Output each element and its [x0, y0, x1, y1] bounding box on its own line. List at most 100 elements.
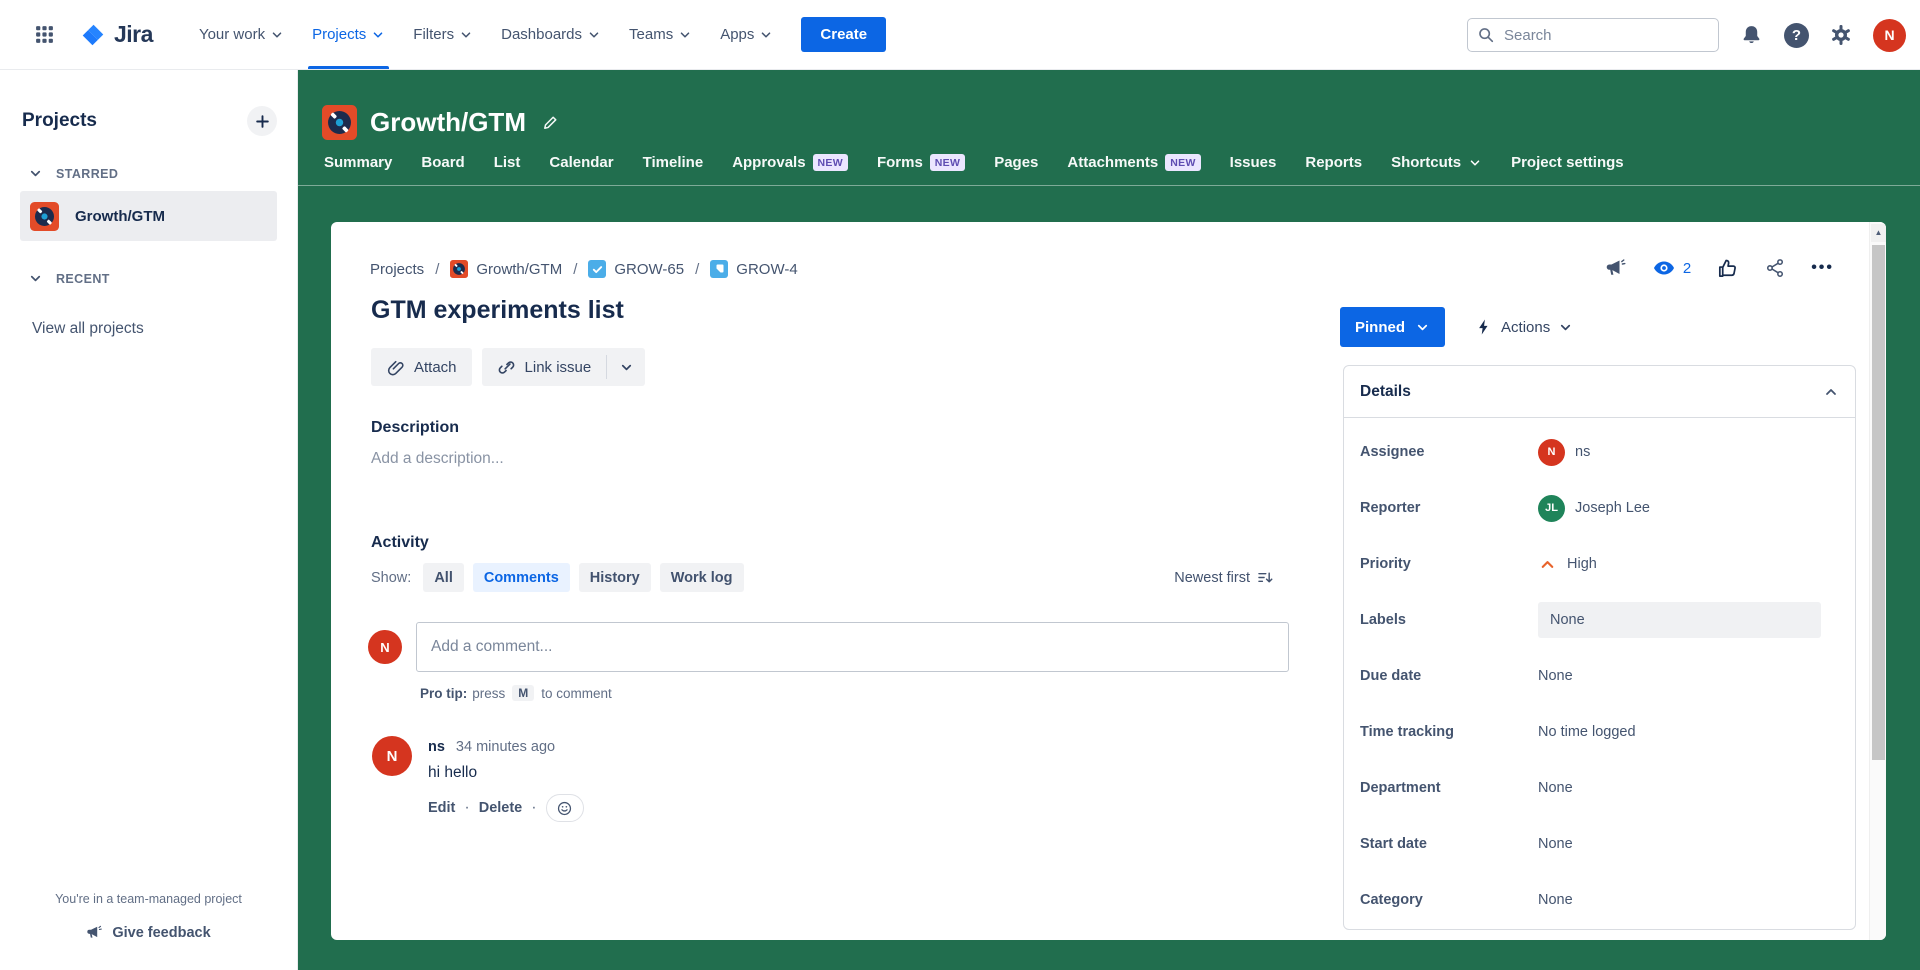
- attach-button[interactable]: Attach: [371, 348, 472, 386]
- watcher-count: 2: [1683, 260, 1691, 277]
- menu-apps[interactable]: Apps: [706, 0, 787, 69]
- give-feedback-button[interactable]: Give feedback: [86, 924, 210, 941]
- avatar: N: [1538, 439, 1565, 466]
- sidebar-section-starred[interactable]: STARRED: [28, 166, 118, 181]
- chevron-down-icon: [1468, 156, 1482, 170]
- feedback-megaphone-icon[interactable]: [1605, 257, 1627, 279]
- tab-timeline[interactable]: Timeline: [643, 154, 704, 171]
- comment-item: N ns 34 minutes ago hi hello Edit · Dele…: [372, 736, 584, 822]
- chevron-down-icon: [28, 166, 43, 181]
- link-issue-button[interactable]: Link issue: [482, 348, 607, 386]
- status-dropdown-button[interactable]: Pinned: [1340, 307, 1445, 347]
- detail-row-priority: Priority High: [1360, 536, 1839, 592]
- comment-edit-button[interactable]: Edit: [428, 800, 455, 816]
- scrollbar[interactable]: ▲: [1869, 222, 1886, 940]
- filter-work-log[interactable]: Work log: [660, 563, 744, 592]
- breadcrumb-project-growth-gtm[interactable]: Growth/GTM: [450, 260, 562, 278]
- tab-project-settings[interactable]: Project settings: [1511, 154, 1624, 171]
- labels-value[interactable]: None: [1538, 602, 1821, 638]
- menu-filters[interactable]: Filters: [399, 0, 487, 69]
- comment-author[interactable]: ns: [428, 739, 445, 755]
- filter-comments[interactable]: Comments: [473, 563, 570, 592]
- menu-dashboards[interactable]: Dashboards: [487, 0, 615, 69]
- avatar: JL: [1538, 495, 1565, 522]
- create-button[interactable]: Create: [801, 17, 886, 52]
- assignee-value[interactable]: N ns: [1538, 439, 1590, 466]
- chevron-down-icon: [678, 28, 692, 42]
- tab-calendar[interactable]: Calendar: [549, 154, 613, 171]
- edit-project-icon[interactable]: [541, 113, 560, 132]
- start-date-value[interactable]: None: [1538, 836, 1573, 852]
- detail-row-time-tracking: Time tracking No time logged: [1360, 704, 1839, 760]
- notifications-bell-icon[interactable]: [1739, 23, 1764, 48]
- priority-high-icon: [1538, 555, 1557, 574]
- user-avatar[interactable]: N: [1873, 19, 1906, 52]
- activity-heading: Activity: [371, 534, 429, 552]
- filter-all[interactable]: All: [423, 563, 464, 592]
- tab-reports[interactable]: Reports: [1305, 154, 1362, 171]
- category-value[interactable]: None: [1538, 892, 1573, 908]
- tab-shortcuts[interactable]: Shortcuts: [1391, 154, 1482, 171]
- app-switcher-icon[interactable]: [26, 17, 62, 53]
- breadcrumb-current-issue[interactable]: GROW-4: [710, 260, 797, 278]
- sidebar-title: Projects: [22, 110, 97, 132]
- breadcrumb-projects[interactable]: Projects: [370, 261, 424, 278]
- menu-teams[interactable]: Teams: [615, 0, 706, 69]
- sidebar-item-growth-gtm[interactable]: Growth/GTM: [20, 191, 277, 241]
- breadcrumb-separator: /: [573, 261, 577, 278]
- chevron-down-icon: [1415, 320, 1430, 335]
- jira-logo[interactable]: Jira: [80, 21, 153, 48]
- tab-list[interactable]: List: [494, 154, 521, 171]
- issue-title[interactable]: GTM experiments list: [371, 296, 624, 325]
- details-panel-header[interactable]: Details: [1344, 366, 1855, 418]
- project-tabs: Summary Board List Calendar Timeline App…: [298, 154, 1920, 186]
- time-tracking-value[interactable]: No time logged: [1538, 724, 1636, 740]
- sidebar-section-recent[interactable]: RECENT: [28, 271, 110, 286]
- link-issue-dropdown[interactable]: [607, 348, 645, 386]
- menu-projects[interactable]: Projects: [298, 0, 399, 69]
- sort-order-button[interactable]: Newest first: [1174, 569, 1273, 586]
- description-placeholder[interactable]: Add a description...: [371, 450, 504, 468]
- priority-value[interactable]: High: [1538, 555, 1597, 574]
- comment-delete-button[interactable]: Delete: [479, 800, 523, 816]
- chevron-down-icon: [459, 28, 473, 42]
- more-actions-icon[interactable]: •••: [1811, 259, 1834, 277]
- vote-thumbs-up-icon[interactable]: [1716, 257, 1739, 280]
- tab-approvals[interactable]: ApprovalsNEW: [732, 154, 848, 171]
- search-input[interactable]: [1467, 18, 1719, 52]
- add-reaction-button[interactable]: [546, 794, 584, 822]
- watchers-button[interactable]: 2: [1652, 256, 1691, 280]
- comment-composer: N: [368, 622, 1289, 672]
- new-badge: NEW: [1165, 154, 1200, 171]
- scrollbar-up-arrow[interactable]: ▲: [1871, 224, 1886, 242]
- comment-timestamp: 34 minutes ago: [456, 739, 555, 755]
- detail-row-labels: Labels None: [1360, 592, 1839, 648]
- new-badge: NEW: [930, 154, 965, 171]
- tab-attachments[interactable]: AttachmentsNEW: [1067, 154, 1200, 171]
- help-icon[interactable]: ?: [1784, 23, 1809, 48]
- share-icon[interactable]: [1764, 257, 1786, 279]
- tab-forms[interactable]: FormsNEW: [877, 154, 965, 171]
- smiley-icon: [556, 800, 573, 817]
- tab-issues[interactable]: Issues: [1230, 154, 1277, 171]
- comment-body: hi hello: [428, 764, 584, 782]
- department-value[interactable]: None: [1538, 780, 1573, 796]
- avatar: N: [372, 736, 412, 776]
- menu-your-work[interactable]: Your work: [185, 0, 298, 69]
- scrollbar-thumb[interactable]: [1872, 245, 1885, 760]
- settings-gear-icon[interactable]: [1829, 23, 1853, 47]
- actions-dropdown-button[interactable]: Actions: [1475, 318, 1573, 336]
- reporter-value[interactable]: JL Joseph Lee: [1538, 495, 1650, 522]
- sort-descending-icon: [1256, 569, 1273, 586]
- chevron-down-icon: [587, 28, 601, 42]
- breadcrumb-parent-issue[interactable]: GROW-65: [588, 260, 684, 278]
- tab-pages[interactable]: Pages: [994, 154, 1038, 171]
- tab-summary[interactable]: Summary: [324, 154, 392, 171]
- filter-history[interactable]: History: [579, 563, 651, 592]
- tab-board[interactable]: Board: [421, 154, 464, 171]
- add-project-button[interactable]: [247, 106, 277, 136]
- comment-input[interactable]: [416, 622, 1289, 672]
- view-all-projects-link[interactable]: View all projects: [32, 320, 144, 338]
- due-date-value[interactable]: None: [1538, 668, 1573, 684]
- breadcrumb-separator: /: [695, 261, 699, 278]
